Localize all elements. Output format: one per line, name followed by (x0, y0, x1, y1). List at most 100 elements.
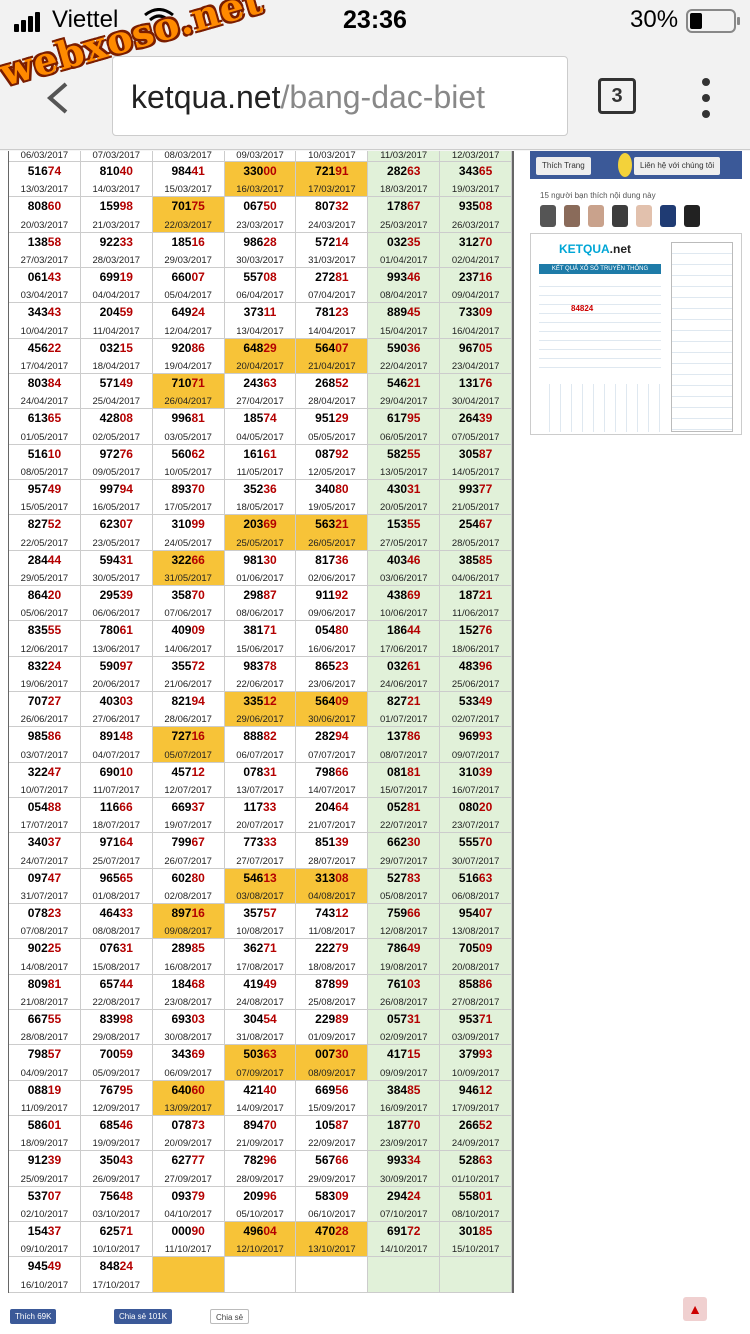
result-cell: 06/03/2017 (9, 151, 81, 161)
result-date: 11/07/2017 (92, 784, 140, 796)
gplus-share-button[interactable]: Chia sẻ (210, 1309, 250, 1324)
result-number: 38171 (243, 623, 277, 638)
result-date: 10/04/2017 (20, 325, 69, 337)
result-number: 80732 (315, 199, 349, 214)
result-cell: 98441 15/03/2017 (153, 162, 225, 197)
avatar[interactable] (540, 205, 556, 227)
result-cell: 20464 21/07/2017 (296, 797, 369, 833)
result-number: 07873 (171, 1117, 205, 1132)
result-cell: 91239 25/09/2017 (9, 1151, 81, 1186)
result-cell: 74312 11/08/2017 (296, 903, 369, 939)
fb-like-button[interactable]: Thích 69K (10, 1309, 57, 1324)
result-number: 70727 (27, 693, 62, 708)
tab-switcher-button[interactable]: 3 (598, 78, 636, 114)
avatar[interactable] (588, 205, 604, 227)
result-date: 16/06/2017 (308, 643, 356, 655)
result-number: 78296 (243, 1153, 277, 1168)
result-number: 43031 (387, 481, 421, 496)
result-date: 29/06/2017 (236, 714, 284, 726)
result-cell: 09747 31/07/2017 (9, 868, 81, 903)
result-cell: 08792 12/05/2017 (296, 444, 369, 479)
avatar[interactable] (636, 205, 652, 227)
promo-banner[interactable]: KETQUA.net KẾT QUẢ XỔ SỐ TRUYỀN THỐNG 84… (530, 233, 742, 435)
result-date: 22/05/2017 (20, 537, 69, 549)
result-number: 40909 (171, 623, 205, 638)
result-date: 19/09/2017 (92, 1138, 141, 1150)
result-date: 11/05/2017 (236, 466, 284, 478)
result-cell: 81040 14/03/2017 (81, 162, 153, 197)
result-number: 59431 (99, 552, 133, 567)
result-date: 13/07/2017 (236, 784, 284, 796)
table-row: 32247 10/07/2017 69010 11/07/2017 45712 12/07… (9, 762, 513, 798)
table-row: 09747 31/07/2017 96565 01/08/2017 60280 02/08… (9, 868, 513, 904)
result-cell: 18574 04/05/2017 (225, 409, 297, 444)
result-cell: 38585 04/06/2017 (440, 550, 513, 585)
sidebar: Thích Trang Liên hệ với chúng tôi 15 ngư… (530, 151, 742, 435)
table-row: 98586 03/07/2017 89148 04/07/2017 72716 05/07… (9, 727, 513, 763)
result-number: 20464 (315, 799, 349, 814)
more-vert-icon[interactable] (702, 78, 712, 126)
fb-contact-button[interactable]: Liên hệ với chúng tôi (634, 157, 721, 175)
result-number: 59036 (387, 340, 421, 355)
result-cell: 28985 16/08/2017 (153, 939, 225, 974)
result-number: 86523 (315, 658, 349, 673)
result-date: 30/04/2017 (451, 396, 500, 408)
result-date: 16/07/2017 (451, 784, 500, 796)
result-cell: 95129 05/05/2017 (296, 409, 369, 444)
result-cell: 47028 13/10/2017 (296, 1221, 369, 1257)
result-date: 06/03/2017 (20, 151, 69, 161)
result-cell: 80981 21/08/2017 (9, 974, 81, 1009)
result-cell: 07831 13/07/2017 (225, 762, 297, 797)
result-number: 56321 (315, 517, 349, 532)
result-cell: 70175 22/03/2017 (152, 197, 225, 232)
result-number: 70509 (458, 941, 493, 956)
result-number: 96565 (99, 870, 133, 885)
result-cell: 99334 30/09/2017 (368, 1151, 441, 1186)
result-cell: 55570 30/07/2017 (440, 833, 513, 868)
result-cell: 29887 08/06/2017 (225, 585, 297, 621)
result-cell: 03235 01/04/2017 (368, 232, 441, 267)
result-date: 20/09/2017 (164, 1138, 212, 1150)
result-cell: 54621 29/04/2017 (368, 373, 441, 409)
result-cell: 56321 26/05/2017 (296, 515, 369, 550)
result-date: 10/08/2017 (236, 926, 284, 938)
result-cell: 88945 15/04/2017 (368, 303, 441, 338)
result-date: 04/08/2017 (308, 890, 356, 902)
chevron-up-icon[interactable]: ▲ (683, 1297, 707, 1321)
result-number: 99334 (387, 1153, 421, 1168)
result-date: 10/06/2017 (379, 608, 428, 620)
result-number: 66230 (387, 835, 421, 850)
result-number: 52863 (458, 1153, 493, 1168)
result-number: 77333 (243, 835, 277, 850)
fb-like-page-button[interactable]: Thích Trang (536, 157, 591, 175)
result-cell: 20996 05/10/2017 (225, 1186, 297, 1221)
result-cell: 55801 08/10/2017 (440, 1186, 513, 1221)
avatar[interactable] (684, 205, 700, 227)
result-date: 23/08/2017 (164, 996, 212, 1008)
result-date: 27/06/2017 (92, 714, 141, 726)
result-number: 98586 (27, 729, 62, 744)
result-number: 69172 (387, 1223, 421, 1238)
result-cell: 79857 04/09/2017 (9, 1045, 81, 1080)
result-date: 26/04/2017 (164, 396, 212, 408)
fb-share-button[interactable]: Chia sẻ 101K (114, 1309, 173, 1324)
result-cell: 07631 15/08/2017 (81, 939, 153, 974)
result-cell: 31308 04/08/2017 (296, 868, 369, 903)
result-cell: 95371 03/09/2017 (440, 1009, 513, 1045)
result-cell: 15276 18/06/2017 (440, 621, 513, 656)
banner-grid (539, 278, 661, 374)
result-date: 09/03/2017 (236, 151, 284, 161)
result-cell: 92086 19/04/2017 (153, 338, 225, 373)
result-cell: 35870 07/06/2017 (153, 585, 225, 621)
result-date: 26/05/2017 (308, 537, 356, 549)
result-date: 22/08/2017 (92, 996, 141, 1008)
result-date: 30/03/2017 (236, 254, 284, 266)
result-cell: 99377 21/05/2017 (440, 479, 513, 515)
result-date: 22/07/2017 (379, 820, 428, 832)
result-cell: 83998 29/08/2017 (81, 1009, 153, 1045)
table-row: 15437 09/10/2017 62571 10/10/2017 00090 11/10… (9, 1221, 513, 1258)
result-cell: 86523 23/06/2017 (296, 656, 369, 691)
avatar[interactable] (612, 205, 628, 227)
avatar[interactable] (564, 205, 580, 227)
avatar[interactable] (660, 205, 676, 227)
